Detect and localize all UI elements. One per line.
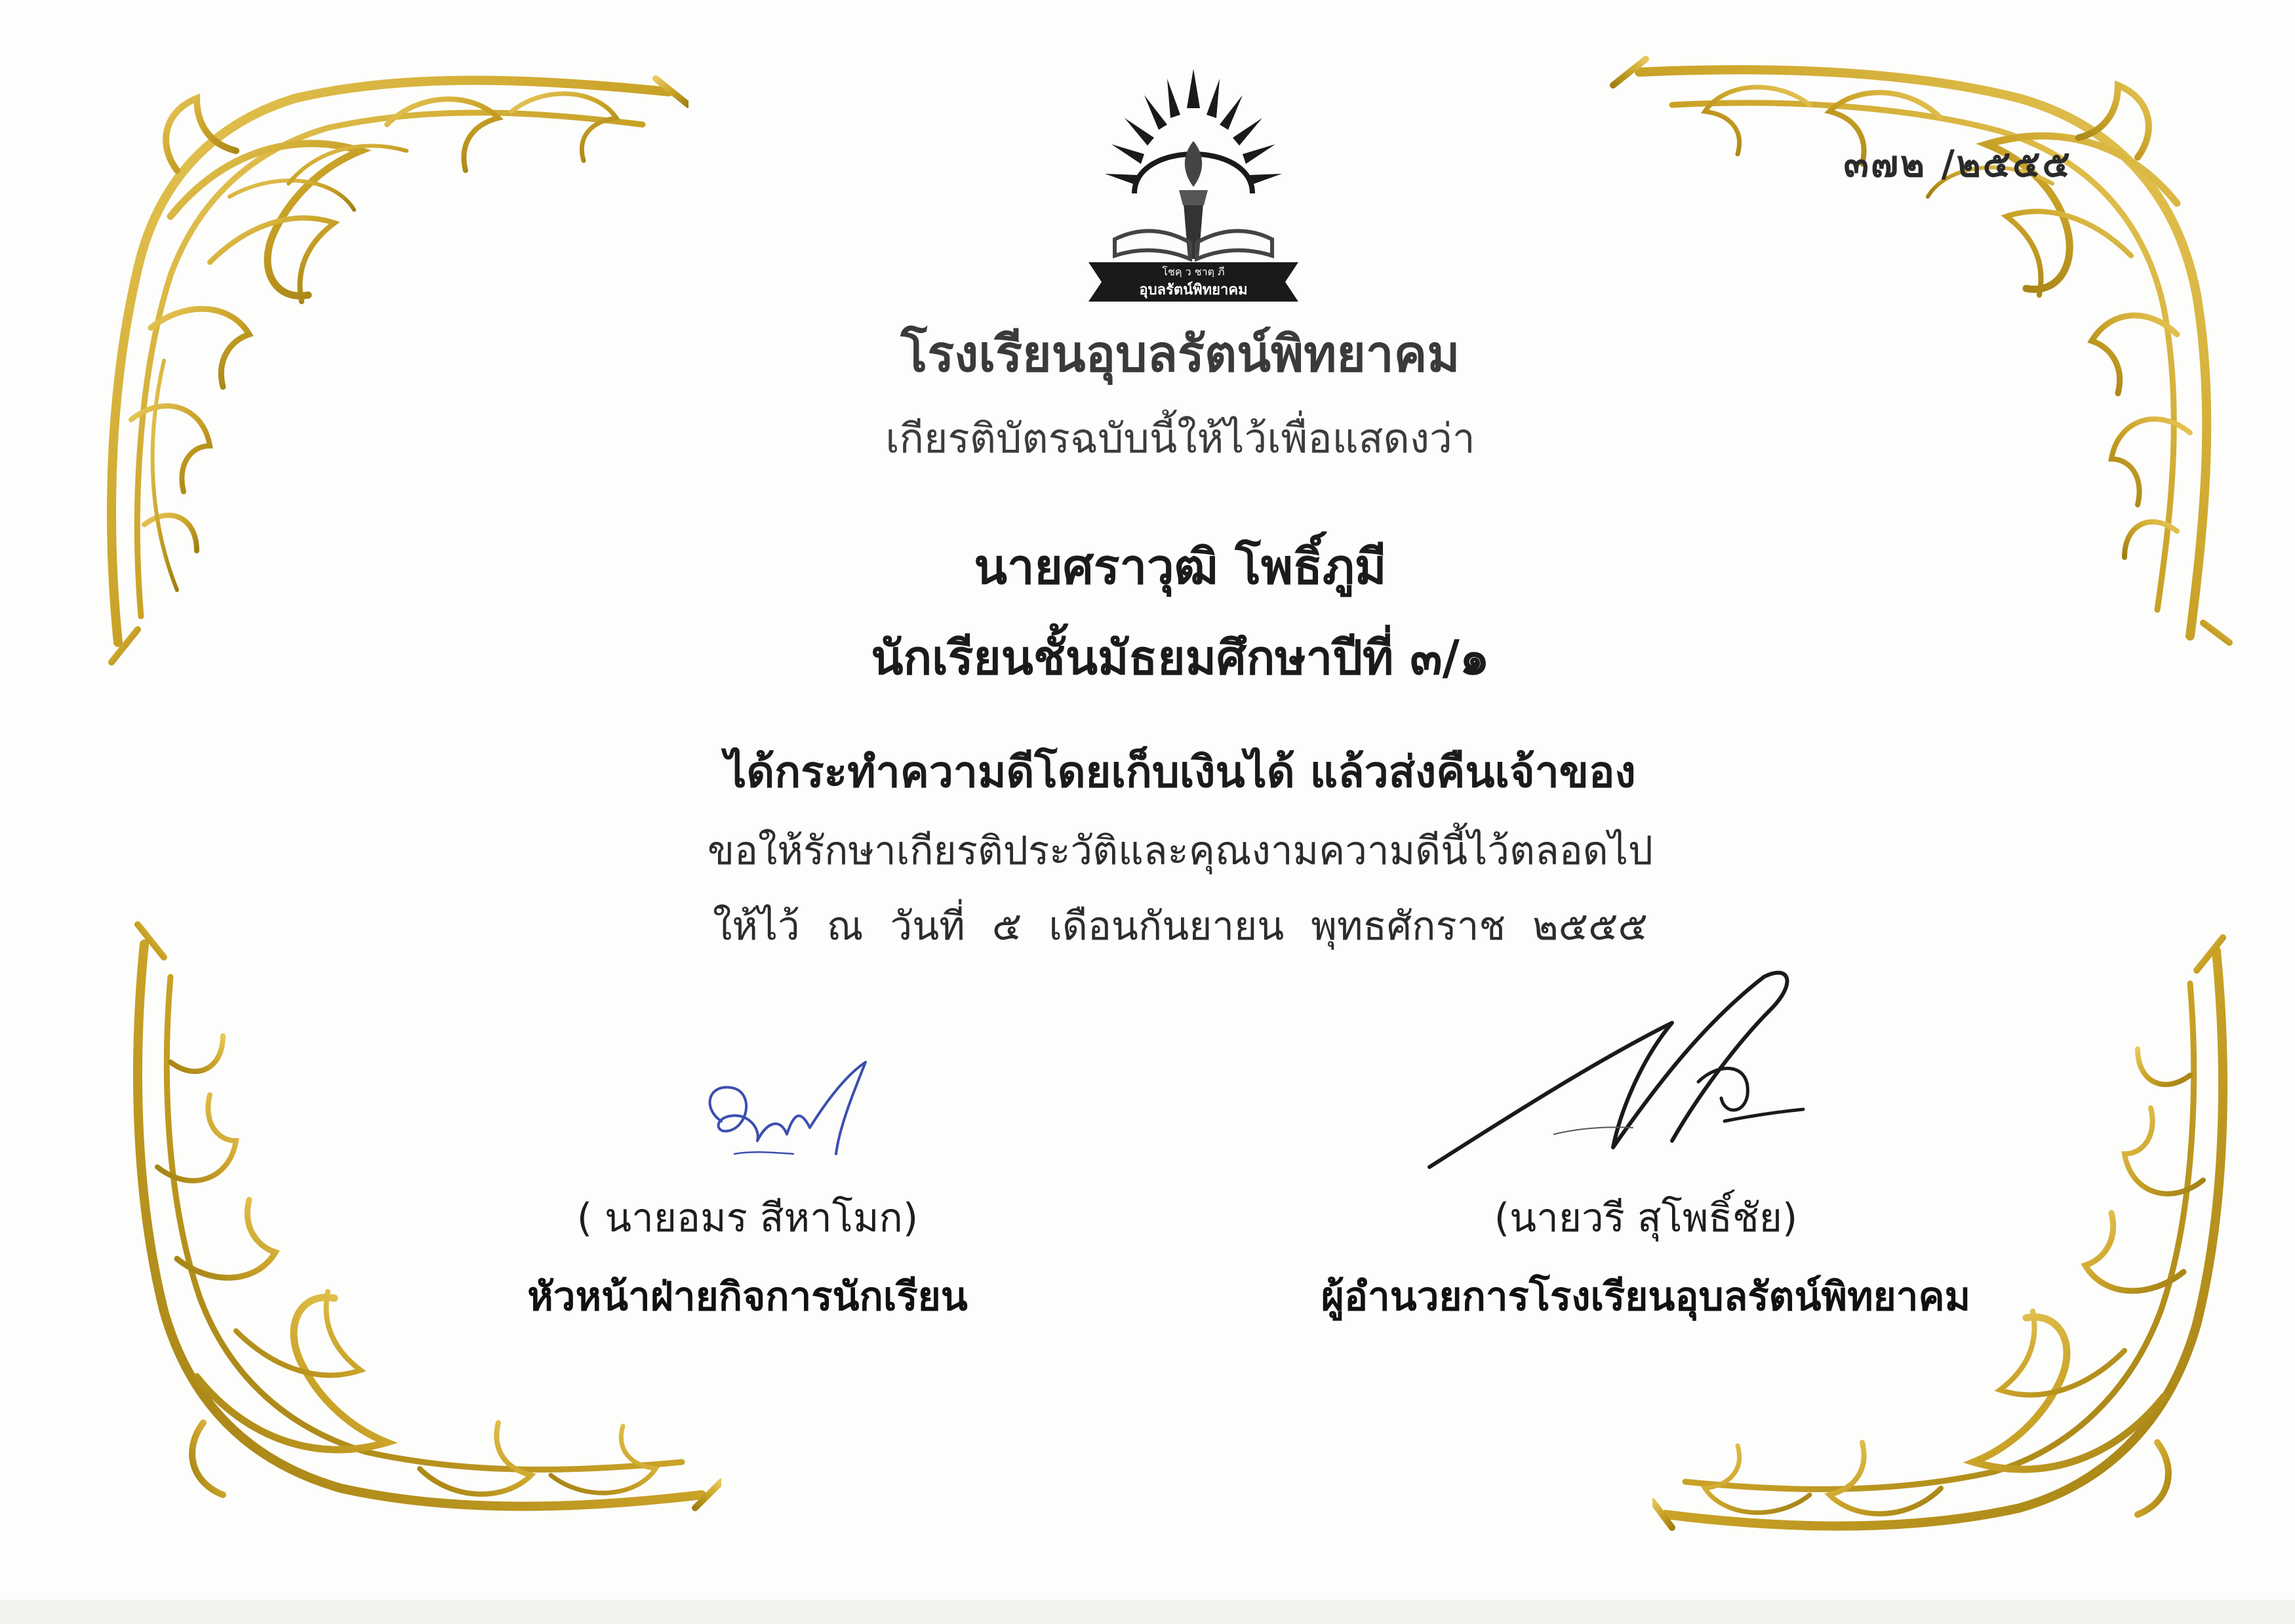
certificate-intro: เกียรติบัตรฉบับนี้ให้ไว้เพื่อแสดงว่า [885, 414, 1475, 462]
signer-left-block: ( นายอมร สีหาโมก) หัวหน้าฝ่ายกิจการนักเร… [420, 1187, 1075, 1331]
school-emblem-torch-icon: โชคฺ ว ชาตฺ ภี อุบลรัตน์พิทยาคม [1088, 69, 1298, 302]
page-bottom-edge [0, 1600, 2295, 1624]
signer-right-name: (นายวรี สุโพธิ์ชัย) [1494, 1195, 1798, 1241]
deed-description: ได้กระทำความดีโดยเก็บเงินได้ แล้วส่งคืนเ… [725, 747, 1636, 797]
date-line: ให้ไว้ ณ วันที่ ๕ เดือนกันยายน พุทธศักรา… [713, 903, 1648, 949]
signer-right-title: ผู้อำนวยการโรงเรียนอุบลรัตน์พิทยาคม [1321, 1274, 1971, 1320]
recipient-name: นายศราวุฒิ โพธิ์ภูมี [974, 539, 1387, 595]
signature-left [708, 1061, 867, 1155]
certificate-number: ๓๗๒ /๒๕๕๕ [1843, 143, 2072, 186]
certificate-page: ๓๗๒ /๒๕๕๕ โชคฺ ว ชาตฺ ภี อุบลรัตน์พิทยาค… [0, 0, 2295, 1624]
signer-right-block: (นายวรี สุโพธิ์ชัย) ผู้อำนวยการโรงเรียนอ… [1220, 1187, 2072, 1331]
signer-left-title: หัวหน้าฝ่ายกิจการนักเรียน [527, 1274, 968, 1320]
signer-left-name: ( นายอมร สีหาโมก) [576, 1195, 919, 1241]
signature-right [1427, 970, 1805, 1169]
school-name: โรงเรียนอุบลรัตน์พิทยาคม [900, 325, 1460, 383]
recipient-class: นักเรียนชั้นมัธยมศึกษาปีที่ ๓/๑ [871, 630, 1490, 685]
blessing-line: ขอให้รักษาเกียรติประวัติและคุณงามความดีน… [708, 828, 1653, 874]
emblem-motto: โชคฺ ว ชาตฺ ภี [1162, 266, 1224, 278]
emblem-banner-text: อุบลรัตน์พิทยาคม [1139, 281, 1247, 299]
